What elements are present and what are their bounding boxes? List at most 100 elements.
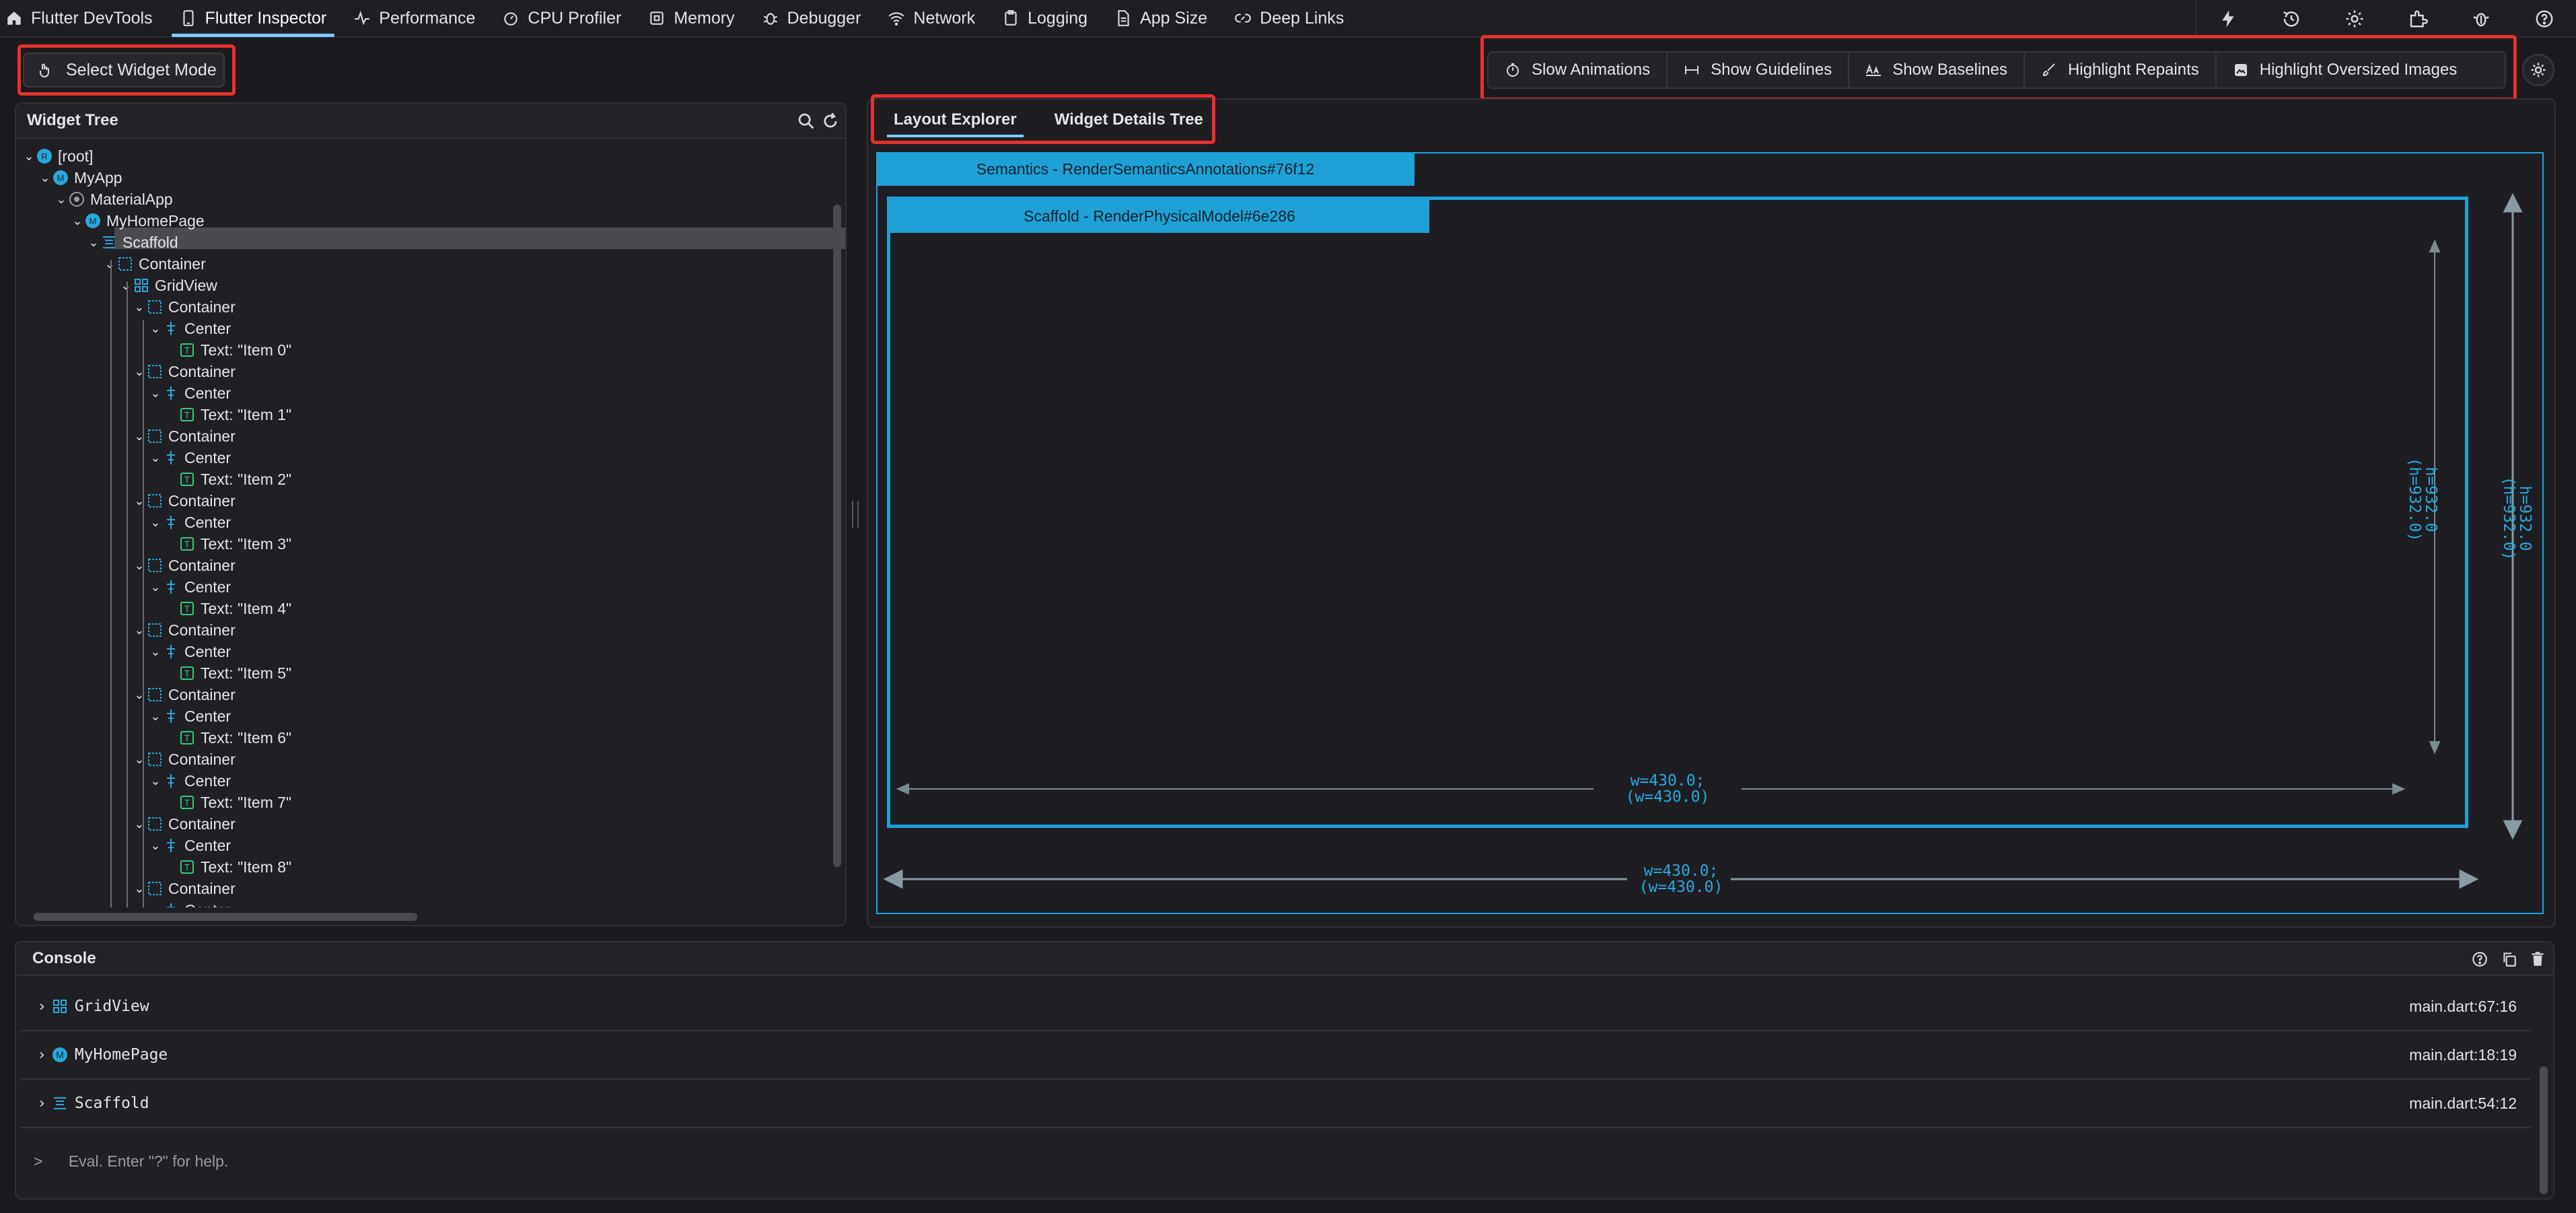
chevron-down-icon[interactable]: ⌄ bbox=[132, 494, 147, 508]
tree-node[interactable]: T Text: "Item 0" bbox=[164, 339, 291, 361]
tree-node[interactable]: T Text: "Item 3" bbox=[164, 533, 291, 555]
chevron-down-icon[interactable]: ⌄ bbox=[148, 386, 163, 401]
chevron-down-icon[interactable]: ⌄ bbox=[132, 623, 147, 637]
chevron-down-icon[interactable]: ⌄ bbox=[102, 257, 117, 271]
console-scrollbar[interactable] bbox=[2540, 1066, 2548, 1194]
tree-node[interactable]: ⌄ Container bbox=[132, 425, 235, 447]
layout-inner-box[interactable] bbox=[887, 197, 2468, 828]
tree-node[interactable]: ⌄ Center bbox=[148, 318, 231, 339]
help-icon[interactable] bbox=[2471, 950, 2489, 968]
chevron-down-icon[interactable]: ⌄ bbox=[118, 279, 133, 293]
console-row-location[interactable]: main.dart:18:19 bbox=[2409, 1046, 2517, 1064]
refresh-icon[interactable] bbox=[821, 112, 840, 131]
nav-tab-debugger[interactable]: Debugger bbox=[748, 0, 875, 37]
delete-icon[interactable] bbox=[2529, 950, 2546, 968]
chevron-down-icon[interactable]: ⌄ bbox=[148, 580, 163, 594]
tree-node[interactable]: ⌄ Container bbox=[132, 490, 235, 512]
chevron-down-icon[interactable]: ⌄ bbox=[54, 193, 69, 207]
debug-settings-button[interactable] bbox=[2449, 0, 2513, 38]
chevron-down-icon[interactable]: ⌄ bbox=[22, 149, 36, 164]
tree-node[interactable]: T Text: "Item 1" bbox=[164, 404, 291, 425]
tree-horizontal-scrollbar[interactable] bbox=[34, 913, 417, 921]
nav-devtools-home[interactable]: Flutter DevTools bbox=[0, 0, 166, 37]
chevron-down-icon[interactable]: ⌄ bbox=[70, 214, 85, 228]
chevron-down-icon[interactable]: ⌄ bbox=[132, 817, 147, 831]
tree-node[interactable]: ⌄ Center bbox=[148, 705, 231, 727]
eval-input[interactable]: > Eval. Enter "?" for help. bbox=[34, 1152, 228, 1171]
chevron-down-icon[interactable]: ⌄ bbox=[132, 559, 147, 573]
tree-node[interactable]: ⌄ Center bbox=[148, 382, 231, 404]
tree-node[interactable]: T Text: "Item 8" bbox=[164, 856, 291, 878]
tree-node[interactable]: ⌄ Container bbox=[132, 749, 235, 770]
tree-node[interactable]: ⌄ Center bbox=[148, 899, 231, 907]
help-button[interactable] bbox=[2513, 0, 2576, 38]
tree-node[interactable]: ⌄ Container bbox=[132, 878, 235, 899]
tree-node[interactable]: ⌄ Center bbox=[148, 576, 231, 598]
chevron-down-icon[interactable]: ⌄ bbox=[132, 688, 147, 702]
tree-node[interactable]: ⌄ M MyHomePage bbox=[70, 210, 204, 232]
chevron-down-icon[interactable]: ⌄ bbox=[132, 429, 147, 444]
console-row-location[interactable]: main.dart:54:12 bbox=[2409, 1095, 2517, 1113]
chevron-down-icon[interactable]: ⌄ bbox=[148, 322, 163, 336]
tree-node[interactable]: ⌄ R [root] bbox=[22, 145, 93, 167]
tree-node[interactable]: ⌄ Center bbox=[148, 447, 231, 469]
nav-tab-deep-links[interactable]: Deep Links bbox=[1221, 0, 1357, 37]
tree-node[interactable]: ⌄ Center bbox=[148, 835, 231, 856]
expand-chevron-icon[interactable]: › bbox=[39, 1047, 45, 1064]
tree-node[interactable]: ⌄ Container bbox=[132, 684, 235, 705]
hot-restart-button[interactable] bbox=[2260, 0, 2323, 38]
split-resize-handle[interactable] bbox=[852, 501, 859, 528]
chevron-down-icon[interactable]: ⌄ bbox=[148, 903, 163, 908]
tree-node[interactable]: T Text: "Item 5" bbox=[164, 662, 291, 684]
tree-node-selected[interactable]: ⌄ Scaffold bbox=[86, 232, 178, 253]
tree-node[interactable]: T Text: "Item 7" bbox=[164, 792, 291, 813]
chevron-down-icon[interactable]: ⌄ bbox=[86, 236, 101, 250]
chevron-down-icon[interactable]: ⌄ bbox=[148, 645, 163, 659]
console-row-location[interactable]: main.dart:67:16 bbox=[2409, 998, 2517, 1016]
tree-node[interactable]: ⌄ GridView bbox=[118, 275, 217, 296]
nav-tab-performance[interactable]: Performance bbox=[340, 0, 489, 37]
chevron-down-icon[interactable]: ⌄ bbox=[132, 300, 147, 314]
tree-node[interactable]: ⌄ Center bbox=[148, 641, 231, 662]
extensions-button[interactable] bbox=[2386, 0, 2449, 38]
tree-node[interactable]: T Text: "Item 4" bbox=[164, 598, 291, 619]
tree-node[interactable]: T Text: "Item 6" bbox=[164, 727, 291, 749]
tree-node[interactable]: ⌄ MaterialApp bbox=[54, 188, 172, 210]
chevron-down-icon[interactable]: ⌄ bbox=[132, 753, 147, 767]
settings-button[interactable] bbox=[2323, 0, 2386, 38]
console-row-gridview[interactable]: › GridView main.dart:67:16 bbox=[20, 983, 2530, 1031]
copy-icon[interactable] bbox=[2501, 950, 2518, 968]
chevron-down-icon[interactable]: ⌄ bbox=[148, 451, 163, 465]
tree-node[interactable]: ⌄ M MyApp bbox=[38, 167, 122, 188]
console-row-scaffold[interactable]: › Scaffold main.dart:54:12 bbox=[20, 1080, 2530, 1128]
inspector-settings-button[interactable] bbox=[2522, 54, 2554, 86]
expand-chevron-icon[interactable]: › bbox=[39, 1095, 45, 1112]
nav-tab-logging[interactable]: Logging bbox=[989, 0, 1101, 37]
chevron-down-icon[interactable]: ⌄ bbox=[148, 516, 163, 530]
tree-node[interactable]: ⌄ Center bbox=[148, 512, 231, 533]
tree-node[interactable]: ⌄ Container bbox=[102, 253, 205, 275]
chevron-down-icon[interactable]: ⌄ bbox=[148, 709, 163, 724]
nav-tab-memory[interactable]: Memory bbox=[635, 0, 748, 37]
nav-tab-cpu-profiler[interactable]: CPU Profiler bbox=[489, 0, 635, 37]
nav-tab-flutter-inspector[interactable]: Flutter Inspector bbox=[166, 0, 341, 37]
tree-node[interactable]: T Text: "Item 2" bbox=[164, 469, 291, 490]
tree-node[interactable]: ⌄ Center bbox=[148, 770, 231, 792]
chevron-down-icon[interactable]: ⌄ bbox=[132, 882, 147, 896]
hot-reload-button[interactable] bbox=[2196, 0, 2260, 38]
tree-node[interactable]: ⌄ Container bbox=[132, 555, 235, 576]
nav-tab-app-size[interactable]: App Size bbox=[1101, 0, 1221, 37]
tree-node[interactable]: ⌄ Container bbox=[132, 813, 235, 835]
tree-node[interactable]: ⌄ Container bbox=[132, 296, 235, 318]
chevron-down-icon[interactable]: ⌄ bbox=[38, 171, 52, 185]
tree-vertical-scrollbar[interactable] bbox=[833, 205, 841, 867]
chevron-down-icon[interactable]: ⌄ bbox=[132, 365, 147, 379]
chevron-down-icon[interactable]: ⌄ bbox=[148, 839, 163, 853]
chevron-down-icon[interactable]: ⌄ bbox=[148, 774, 163, 788]
nav-tab-network[interactable]: Network bbox=[874, 0, 989, 37]
tree-node[interactable]: ⌄ Container bbox=[132, 619, 235, 641]
console-row-myhomepage[interactable]: › M MyHomePage main.dart:18:19 bbox=[20, 1031, 2530, 1080]
tree-node[interactable]: ⌄ Container bbox=[132, 361, 235, 382]
expand-chevron-icon[interactable]: › bbox=[39, 998, 45, 1015]
search-icon[interactable] bbox=[797, 112, 816, 131]
